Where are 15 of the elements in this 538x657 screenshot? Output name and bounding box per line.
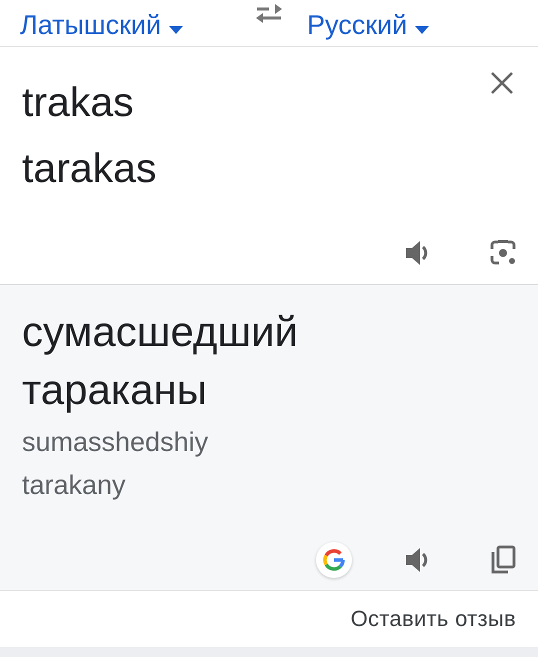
swap-languages-icon[interactable]	[254, 2, 284, 26]
translation-text: сумасшедший	[22, 307, 298, 357]
target-language-selector[interactable]: Русский	[307, 0, 430, 46]
logo-icon	[322, 548, 346, 572]
source-text: tarakas	[22, 144, 156, 193]
transliteration-text: tarakany	[22, 469, 126, 502]
source-text: trakas	[22, 78, 134, 127]
copy-icon	[490, 545, 516, 575]
caret-icon	[415, 26, 430, 34]
feedback-link[interactable]: Оставить отзыв	[350, 606, 516, 632]
transliteration-text: sumasshedshiy	[22, 426, 208, 459]
caret-icon	[169, 26, 184, 34]
lens-icon	[489, 239, 517, 267]
translation-text: тараканы	[22, 365, 207, 415]
source-language-selector[interactable]: Латышский	[20, 0, 184, 46]
